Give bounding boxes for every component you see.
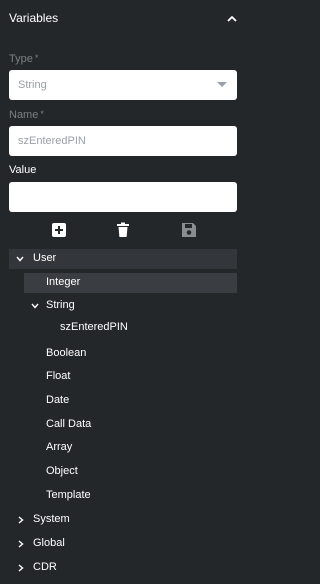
tree-node-date[interactable]: Date bbox=[9, 391, 237, 411]
value-label: Value bbox=[9, 164, 37, 176]
required-mark: * bbox=[34, 53, 39, 63]
variables-panel: Variables Type * String Name * szEnteredPI… bbox=[0, 0, 249, 584]
chevron-right-icon[interactable] bbox=[16, 515, 26, 525]
value-input[interactable] bbox=[9, 182, 237, 212]
tree-node-integer[interactable]: Integer bbox=[24, 273, 237, 293]
tree-node-call-data[interactable]: Call Data bbox=[9, 415, 237, 435]
tree-node-label: System bbox=[33, 513, 70, 525]
tree-node-label: Call Data bbox=[46, 418, 92, 430]
chevron-up-icon[interactable] bbox=[225, 12, 239, 26]
tree-node-label: Integer bbox=[46, 276, 81, 288]
panel-title: Variables bbox=[9, 11, 59, 25]
tree-node-label: User bbox=[33, 252, 57, 264]
chevron-right-icon[interactable] bbox=[16, 563, 26, 573]
trash-icon[interactable] bbox=[115, 222, 131, 238]
type-label: Type * bbox=[9, 53, 38, 65]
tree-node-label: Object bbox=[46, 465, 78, 477]
tree-node-label: String bbox=[46, 299, 75, 311]
tree-node-system[interactable]: System bbox=[9, 510, 237, 530]
panel-header: Variables bbox=[0, 0, 249, 38]
tree-node-template[interactable]: Template bbox=[9, 486, 237, 506]
type-select[interactable]: String bbox=[9, 70, 237, 100]
tree-node-string[interactable]: String bbox=[9, 296, 237, 316]
tree-node-global[interactable]: Global bbox=[9, 534, 237, 554]
chevron-down-icon[interactable] bbox=[30, 301, 40, 311]
tree-node-label: Float bbox=[46, 370, 71, 382]
tree-node-array[interactable]: Array bbox=[9, 438, 237, 458]
tree-node-label: Date bbox=[46, 394, 70, 406]
name-label: Name * bbox=[9, 109, 44, 121]
tree-node-object[interactable]: Object bbox=[9, 462, 237, 482]
chevron-right-icon[interactable] bbox=[16, 539, 26, 549]
tree-node-szEnteredPIN[interactable]: szEnteredPIN bbox=[9, 318, 237, 338]
tree-node-boolean[interactable]: Boolean bbox=[9, 344, 237, 364]
tree-node-label: Array bbox=[46, 441, 73, 453]
add-icon[interactable] bbox=[51, 222, 67, 238]
tree-node-label: Template bbox=[46, 489, 91, 501]
tree-node-user[interactable]: User bbox=[9, 249, 237, 269]
tree-node-label: szEnteredPIN bbox=[60, 321, 128, 333]
tree-node-label: CDR bbox=[33, 561, 57, 573]
tree-node-cdr[interactable]: CDR bbox=[9, 558, 237, 578]
name-input-value: szEnteredPIN bbox=[18, 135, 86, 147]
chevron-down-icon[interactable] bbox=[15, 254, 25, 264]
required-mark: * bbox=[40, 109, 44, 119]
name-input[interactable]: szEnteredPIN bbox=[9, 126, 237, 156]
save-icon[interactable] bbox=[181, 222, 197, 238]
type-select-value: String bbox=[18, 79, 47, 91]
tree-node-float[interactable]: Float bbox=[9, 367, 237, 387]
tree-node-label: Boolean bbox=[46, 347, 87, 359]
type-label-text: Type bbox=[9, 53, 33, 65]
name-label-text: Name bbox=[9, 109, 39, 121]
dropdown-caret-icon bbox=[217, 82, 227, 87]
tree-node-label: Global bbox=[33, 537, 65, 549]
